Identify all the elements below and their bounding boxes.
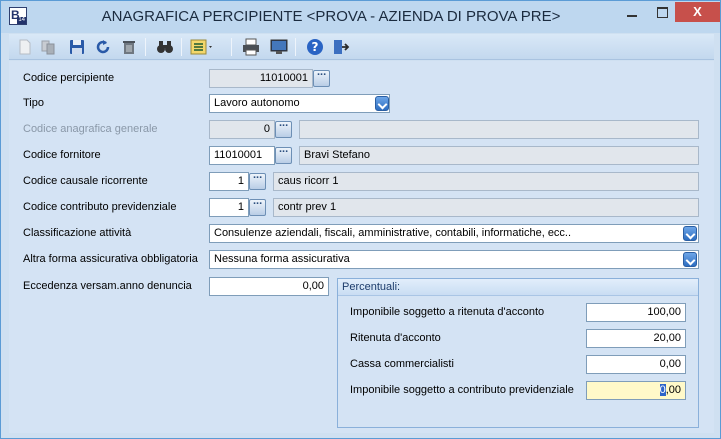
delete-icon[interactable] [119,37,139,57]
codice-causale-lookup-button[interactable] [249,169,266,190]
codice-contributo-lookup-button[interactable] [249,195,266,216]
form-panel: Codice percipiente 11010001 Tipo Lavoro … [9,61,714,433]
imponibile-contributo-field[interactable]: 0,00 [586,381,686,400]
imponibile-ritenuta-field[interactable]: 100,00 [586,303,686,322]
altra-forma-label: Altra forma assicurativa obbligatoria [23,253,198,265]
list-view-icon[interactable] [189,37,215,57]
codice-contributo-label: Codice contributo previdenziale [23,201,177,213]
exit-icon[interactable] [331,37,351,57]
print-icon[interactable] [241,37,261,57]
codice-anagrafica-lookup-button[interactable] [275,117,292,138]
app-logo-icon[interactable]: B 14 [9,7,27,25]
codice-causale-desc: caus ricorr 1 [273,172,699,191]
copy-icon[interactable] [39,37,59,57]
close-button[interactable]: X [675,2,720,22]
unselected-text: ,00 [665,384,681,396]
codice-causale-label: Codice causale ricorrente [23,175,148,187]
cassa-label: Cassa commercialisti [350,358,454,370]
toolbar-separator [231,38,232,56]
codice-causale-field[interactable]: 1 [209,172,249,191]
codice-anagrafica-field[interactable]: 0 [209,120,275,139]
percentuali-title: Percentuali: [338,279,698,296]
monitor-icon[interactable] [269,37,289,57]
codice-percipiente-field[interactable]: 11010001 [209,69,313,88]
app-logo-number: 14 [17,17,26,24]
codice-contributo-desc: contr prev 1 [273,198,699,217]
search-binoculars-icon[interactable] [155,37,175,57]
title-bar: B 14 ANAGRAFICA PERCIPIENTE <PROVA - AZI… [1,1,720,33]
minimize-button[interactable] [619,2,645,22]
codice-anagrafica-label: Codice anagrafica generale [23,123,158,135]
codice-percipiente-label: Codice percipiente [23,72,115,84]
percentuali-group: Percentuali: Imponibile soggetto a riten… [337,278,699,428]
save-icon[interactable] [67,37,87,57]
codice-fornitore-lookup-button[interactable] [275,143,292,164]
altra-forma-select[interactable]: Nessuna forma assicurativa [209,250,699,269]
imponibile-contributo-label: Imponibile soggetto a contributo previde… [350,384,574,396]
codice-percipiente-lookup-button[interactable] [313,66,330,87]
tipo-label: Tipo [23,97,44,109]
app-window: B 14 ANAGRAFICA PERCIPIENTE <PROVA - AZI… [0,0,721,439]
tipo-select[interactable]: Lavoro autonomo [209,94,390,113]
codice-anagrafica-desc [299,120,699,139]
chevron-down-icon[interactable] [683,252,697,267]
classificazione-select[interactable]: Consulenze aziendali, fiscali, amministr… [209,224,699,243]
chevron-down-icon[interactable] [683,226,697,241]
toolbar-separator [145,38,146,56]
eccedenza-label: Eccedenza versam.anno denuncia [23,280,192,292]
codice-fornitore-field[interactable]: 11010001 [209,146,275,165]
ritenuta-field[interactable]: 20,00 [586,329,686,348]
toolbar-separator [295,38,296,56]
undo-icon[interactable] [93,37,113,57]
svg-text:?: ? [312,40,319,54]
codice-fornitore-desc: Bravi Stefano [299,146,699,165]
imponibile-ritenuta-label: Imponibile soggetto a ritenuta d'acconto [350,306,545,318]
eccedenza-field[interactable]: 0,00 [209,277,329,296]
ritenuta-label: Ritenuta d'acconto [350,332,441,344]
new-icon[interactable] [15,37,35,57]
classificazione-label: Classificazione attività [23,227,132,239]
help-icon[interactable]: ? [305,37,325,57]
chevron-down-icon[interactable] [375,96,389,111]
toolbar: ? [9,34,714,60]
toolbar-separator [181,38,182,56]
codice-fornitore-label: Codice fornitore [23,149,101,161]
window-title: ANAGRAFICA PERCIPIENTE <PROVA - AZIENDA … [101,8,561,25]
codice-contributo-field[interactable]: 1 [209,198,249,217]
cassa-field[interactable]: 0,00 [586,355,686,374]
maximize-button[interactable] [649,2,675,22]
